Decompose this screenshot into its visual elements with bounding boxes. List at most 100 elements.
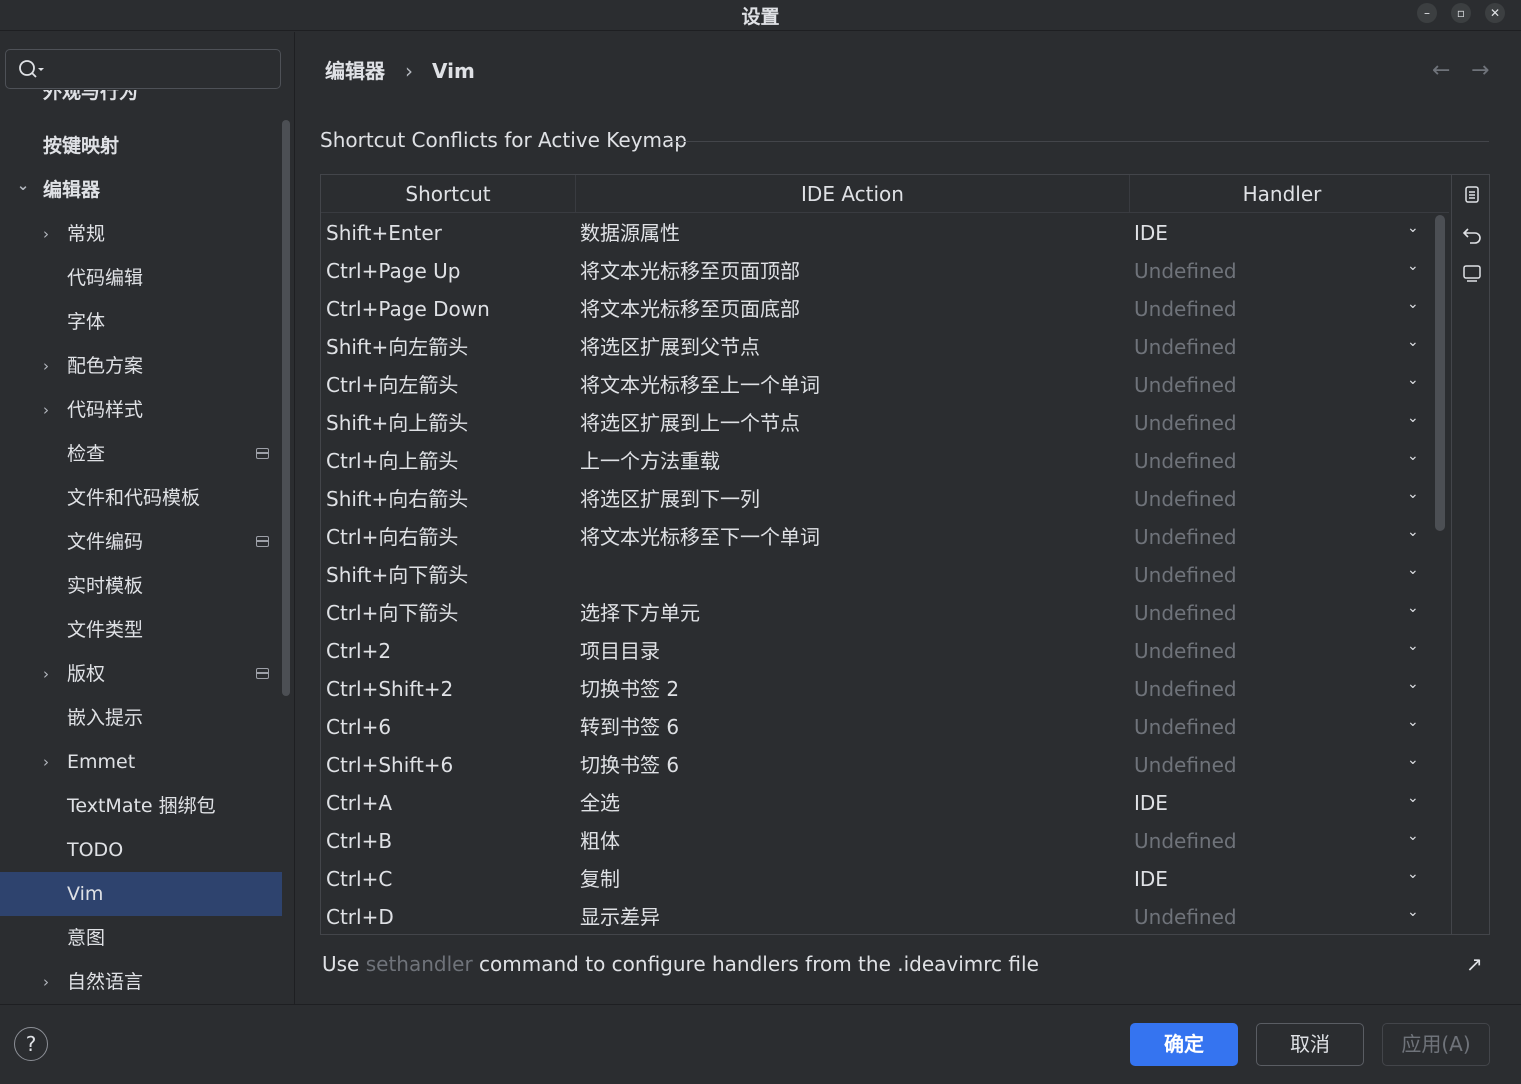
cancel-button[interactable]: 取消 (1256, 1023, 1364, 1066)
undo-icon[interactable] (1461, 223, 1483, 245)
search-input[interactable] (50, 56, 270, 82)
column-header-handler[interactable]: Handler (1130, 175, 1434, 213)
table-row[interactable]: Ctrl+Shift+2 切换书签 2 Undefined ⌄ (321, 670, 1433, 708)
chevron-down-icon[interactable]: ⌄ (1407, 247, 1419, 285)
table-row[interactable]: Ctrl+向左箭头 将文本光标移至上一个单词 Undefined ⌄ (321, 366, 1433, 404)
sidebar-item[interactable]: 嵌入提示 (0, 696, 282, 740)
chevron-down-icon[interactable]: ⌄ (1407, 589, 1419, 627)
handler-dropdown[interactable]: Undefined (1134, 328, 1237, 366)
minimize-button[interactable]: – (1417, 3, 1437, 23)
handler-dropdown[interactable]: Undefined (1134, 898, 1237, 934)
sidebar-item[interactable]: › 代码样式 (0, 388, 282, 432)
back-arrow-icon[interactable]: ← (1432, 58, 1450, 83)
sidebar-item[interactable]: TextMate 捆绑包 (0, 784, 282, 828)
handler-dropdown[interactable]: Undefined (1134, 594, 1237, 632)
chevron-down-icon[interactable]: ⌄ (1407, 399, 1419, 437)
chevron-down-icon[interactable]: ⌄ (15, 163, 31, 207)
handler-dropdown[interactable]: IDE (1134, 860, 1168, 898)
handler-dropdown[interactable]: Undefined (1134, 556, 1237, 594)
chevron-down-icon[interactable]: ⌄ (1407, 779, 1419, 817)
chevron-down-icon[interactable]: ⌄ (1407, 893, 1419, 931)
handler-dropdown[interactable]: Undefined (1134, 404, 1237, 442)
handler-dropdown[interactable]: Undefined (1134, 252, 1237, 290)
ok-button[interactable]: 确定 (1130, 1023, 1238, 1066)
sidebar-item[interactable]: › 自然语言 (0, 960, 282, 1004)
chevron-right-icon[interactable]: › (38, 740, 54, 784)
handler-dropdown[interactable]: Undefined (1134, 480, 1237, 518)
apply-button[interactable]: 应用(A) (1382, 1023, 1490, 1066)
handler-dropdown[interactable]: Undefined (1134, 670, 1237, 708)
help-button[interactable]: ? (14, 1027, 48, 1061)
chevron-down-icon[interactable]: ⌄ (1407, 551, 1419, 589)
chevron-right-icon[interactable]: › (38, 652, 54, 696)
chevron-right-icon[interactable]: › (38, 960, 54, 1004)
chevron-down-icon[interactable]: ⌄ (1407, 703, 1419, 741)
sidebar-item[interactable]: 文件和代码模板 (0, 476, 282, 520)
sidebar-item[interactable]: 字体 (0, 300, 282, 344)
chevron-down-icon[interactable]: ⌄ (1407, 285, 1419, 323)
chevron-right-icon[interactable]: › (38, 344, 54, 388)
table-row[interactable]: Ctrl+Page Up 将文本光标移至页面顶部 Undefined ⌄ (321, 252, 1433, 290)
sethandler-link[interactable]: sethandler (366, 952, 473, 976)
handler-dropdown[interactable]: Undefined (1134, 822, 1237, 860)
sidebar-item[interactable]: 意图 (0, 916, 282, 960)
table-scrollbar[interactable] (1435, 215, 1445, 531)
table-row[interactable]: Ctrl+6 转到书签 6 Undefined ⌄ (321, 708, 1433, 746)
table-row[interactable]: Shift+向下箭头 Undefined ⌄ (321, 556, 1433, 594)
table-row[interactable]: Shift+向右箭头 将选区扩展到下一列 Undefined ⌄ (321, 480, 1433, 518)
handler-dropdown[interactable]: Undefined (1134, 518, 1237, 556)
sidebar-item[interactable]: TODO (0, 828, 282, 872)
table-row[interactable]: Shift+向左箭头 将选区扩展到父节点 Undefined ⌄ (321, 328, 1433, 366)
sidebar-item[interactable]: 文件编码 (0, 520, 282, 564)
sidebar-item[interactable]: › 版权 (0, 652, 282, 696)
table-row[interactable]: Ctrl+向下箭头 选择下方单元 Undefined ⌄ (321, 594, 1433, 632)
chevron-down-icon[interactable]: ⌄ (1407, 513, 1419, 551)
chevron-right-icon[interactable]: › (38, 388, 54, 432)
chevron-down-icon[interactable]: ⌄ (1407, 817, 1419, 855)
external-link-icon[interactable]: ↗ (1466, 952, 1483, 976)
handler-dropdown[interactable]: IDE (1134, 784, 1168, 822)
sidebar-item[interactable]: › Emmet (0, 740, 282, 784)
chevron-down-icon[interactable]: ⌄ (1407, 361, 1419, 399)
copy-icon[interactable] (1461, 184, 1483, 206)
table-row[interactable]: Ctrl+Page Down 将文本光标移至页面底部 Undefined ⌄ (321, 290, 1433, 328)
table-row[interactable]: Ctrl+向右箭头 将文本光标移至下一个单词 Undefined ⌄ (321, 518, 1433, 556)
sidebar-scrollbar[interactable] (282, 120, 290, 696)
handler-dropdown[interactable]: Undefined (1134, 442, 1237, 480)
close-button[interactable]: ✕ (1485, 3, 1505, 23)
table-row[interactable]: Shift+向上箭头 将选区扩展到上一个节点 Undefined ⌄ (321, 404, 1433, 442)
handler-dropdown[interactable]: Undefined (1134, 746, 1237, 784)
sidebar-item[interactable]: 按键映射 (0, 124, 282, 168)
sidebar-item[interactable]: ⌄ 编辑器 (0, 168, 282, 212)
chevron-down-icon[interactable]: ⌄ (1407, 627, 1419, 665)
table-row[interactable]: Ctrl+2 项目目录 Undefined ⌄ (321, 632, 1433, 670)
sidebar-item[interactable]: › 常规 (0, 212, 282, 256)
chevron-down-icon[interactable]: ⌄ (1407, 214, 1419, 247)
sidebar-item[interactable]: 文件类型 (0, 608, 282, 652)
table-row[interactable]: Ctrl+Shift+6 切换书签 6 Undefined ⌄ (321, 746, 1433, 784)
column-header-action[interactable]: IDE Action (576, 175, 1130, 213)
forward-arrow-icon[interactable]: → (1471, 58, 1489, 83)
table-row[interactable]: Ctrl+C 复制 IDE ⌄ (321, 860, 1433, 898)
chevron-down-icon[interactable]: ⌄ (1407, 665, 1419, 703)
table-row[interactable]: Ctrl+B 粗体 Undefined ⌄ (321, 822, 1433, 860)
handler-dropdown[interactable]: Undefined (1134, 708, 1237, 746)
sidebar-item[interactable]: 代码编辑 (0, 256, 282, 300)
breadcrumb-parent[interactable]: 编辑器 (325, 56, 385, 86)
sidebar-item[interactable]: Vim (0, 872, 282, 916)
handler-dropdown[interactable]: Undefined (1134, 366, 1237, 404)
column-header-shortcut[interactable]: Shortcut (321, 175, 576, 213)
panel-icon[interactable] (1461, 262, 1483, 284)
chevron-down-icon[interactable]: ⌄ (1407, 475, 1419, 513)
sidebar-item[interactable]: 检查 (0, 432, 282, 476)
handler-dropdown[interactable]: Undefined (1134, 290, 1237, 328)
sidebar-item[interactable]: 实时模板 (0, 564, 282, 608)
chevron-down-icon[interactable]: ⌄ (1407, 855, 1419, 893)
sidebar-item[interactable]: › 配色方案 (0, 344, 282, 388)
chevron-down-icon[interactable]: ⌄ (1407, 741, 1419, 779)
table-row[interactable]: Ctrl+A 全选 IDE ⌄ (321, 784, 1433, 822)
table-row[interactable]: Ctrl+D 显示差异 Undefined ⌄ (321, 898, 1433, 934)
handler-dropdown[interactable]: Undefined (1134, 632, 1237, 670)
chevron-down-icon[interactable]: ⌄ (1407, 437, 1419, 475)
table-row[interactable]: Shift+Enter 数据源属性 IDE ⌄ (321, 214, 1433, 252)
